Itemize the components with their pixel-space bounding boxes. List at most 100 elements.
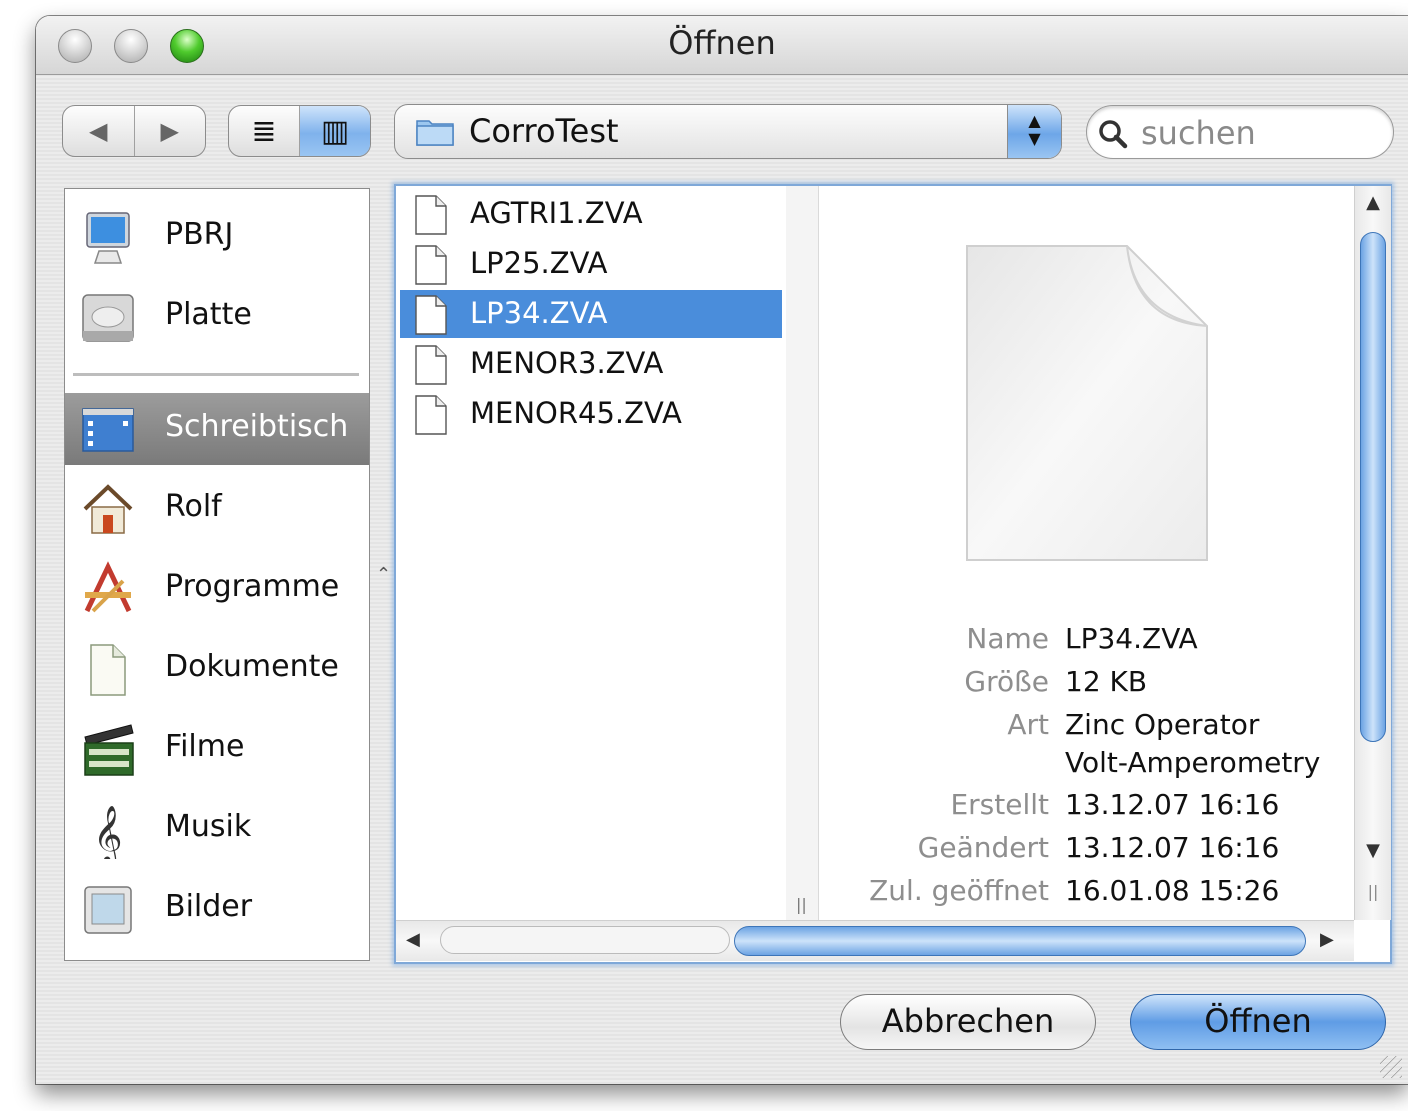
file-name: LP25.ZVA	[470, 246, 608, 280]
meta-value: Zinc Operator	[1065, 708, 1260, 741]
pictures-icon	[84, 886, 132, 934]
sidebar-item-pbrj[interactable]: PBRJ	[65, 201, 369, 273]
list-item-file[interactable]: LP25.ZVA	[400, 240, 782, 288]
vertical-scroll-thumb[interactable]	[1360, 232, 1386, 742]
back-button[interactable]: ◀	[63, 106, 134, 156]
sidebar-item-label: Platte	[165, 297, 252, 332]
column-resize-divider[interactable]: ||	[786, 186, 819, 920]
file-name: MENOR45.ZVA	[470, 396, 682, 430]
column-browser: AGTRI1.ZVA LP25.ZVA LP34.ZVA MENOR3.ZVA …	[394, 184, 1392, 964]
sidebar-item-rolf[interactable]: Rolf	[65, 473, 369, 545]
meta-row-modified: Geändert 13.12.07 16:16	[819, 831, 1354, 871]
sidebar-item-musik[interactable]: 𝄞 Musik	[65, 793, 369, 865]
file-name: AGTRI1.ZVA	[470, 196, 643, 230]
view-mode-segmented-control: ≣ ▥	[228, 105, 371, 157]
music-icon: 𝄞	[93, 805, 123, 859]
back-arrow-icon: ◀	[89, 117, 108, 145]
meta-row-kind-cont: Volt-Amperometry	[819, 746, 1354, 786]
meta-row-created: Erstellt 13.12.07 16:16	[819, 788, 1354, 828]
window-resize-handle-icon[interactable]	[1380, 1056, 1402, 1078]
movies-icon	[84, 724, 134, 776]
list-view-button[interactable]: ≣	[229, 106, 299, 156]
meta-label: Zul. geöffnet	[869, 874, 1049, 907]
location-label: CorroTest	[469, 112, 619, 150]
list-item-file-selected[interactable]: LP34.ZVA	[400, 290, 782, 338]
resize-grip-icon: ||	[1367, 882, 1379, 901]
meta-label: Größe	[964, 665, 1049, 698]
document-icon	[415, 345, 447, 385]
cancel-button[interactable]: Abbrechen	[840, 994, 1096, 1050]
sidebar-item-label: Bilder	[165, 889, 253, 924]
meta-value: 16.01.08 15:26	[1065, 874, 1280, 907]
meta-value: 13.12.07 16:16	[1065, 831, 1280, 864]
forward-arrow-icon: ▶	[160, 117, 179, 145]
meta-value: LP34.ZVA	[1065, 622, 1198, 655]
scroll-left-arrow-icon[interactable]: ◀	[406, 929, 420, 950]
home-icon	[83, 484, 133, 534]
scroll-up-arrow-icon[interactable]: ▲	[1355, 192, 1391, 213]
meta-value: 13.12.07 16:16	[1065, 788, 1280, 821]
meta-row-last-opened: Zul. geöffnet 16.01.08 15:26	[819, 874, 1354, 914]
list-item-file[interactable]: AGTRI1.ZVA	[400, 190, 782, 238]
hard-disk-icon	[82, 294, 134, 342]
search-icon	[1099, 120, 1128, 149]
column-view-icon: ▥	[320, 113, 350, 149]
horizontal-scroll-thumb[interactable]	[734, 926, 1306, 956]
sidebar-splitter-handle[interactable]: ⌃	[376, 564, 391, 585]
sidebar-item-label: Filme	[165, 729, 245, 764]
large-document-icon	[966, 245, 1208, 561]
sidebar-item-label: Dokumente	[165, 649, 339, 684]
sidebar: PBRJ Platte Schreibtisch Rolf Programme …	[64, 188, 370, 961]
sidebar-item-programme[interactable]: Programme	[65, 553, 369, 625]
meta-value: Volt-Amperometry	[1065, 746, 1321, 779]
horizontal-scrollbar[interactable]: ◀ ▶	[396, 920, 1354, 961]
search-field[interactable]	[1086, 105, 1394, 159]
file-list-column: AGTRI1.ZVA LP25.ZVA LP34.ZVA MENOR3.ZVA …	[396, 186, 787, 920]
folder-icon	[416, 120, 454, 146]
navigation-segmented-control: ◀ ▶	[62, 105, 206, 157]
sidebar-item-label: Rolf	[165, 489, 222, 524]
list-item-file[interactable]: MENOR45.ZVA	[400, 390, 782, 438]
sidebar-item-platte[interactable]: Platte	[65, 281, 369, 353]
file-name: LP34.ZVA	[470, 296, 608, 330]
document-icon	[415, 245, 447, 285]
open-button[interactable]: Öffnen	[1130, 994, 1386, 1050]
search-input[interactable]	[1139, 112, 1383, 154]
list-item-file[interactable]: MENOR3.ZVA	[400, 340, 782, 388]
open-dialog-window: Öffnen ◀ ▶ ≣ ▥ CorroTest ▲▼ PBRJ	[36, 16, 1408, 1084]
applications-icon	[84, 561, 132, 613]
scroll-right-arrow-icon[interactable]: ▶	[1320, 929, 1334, 950]
file-preview-pane: Name LP34.ZVA Größe 12 KB Art Zinc Opera…	[819, 186, 1354, 920]
documents-icon	[90, 644, 126, 696]
sidebar-item-bilder[interactable]: Bilder	[65, 873, 369, 945]
window-title: Öffnen	[668, 24, 776, 62]
horizontal-scroll-track[interactable]	[440, 926, 730, 954]
meta-label: Name	[966, 622, 1049, 655]
sidebar-item-filme[interactable]: Filme	[65, 713, 369, 785]
document-icon	[415, 195, 447, 235]
column-view-button[interactable]: ▥	[299, 106, 370, 156]
sidebar-item-label: Programme	[165, 569, 340, 604]
meta-row-size: Größe 12 KB	[819, 665, 1354, 705]
sidebar-item-label: Musik	[165, 809, 252, 844]
svg-text:𝄞: 𝄞	[93, 805, 123, 859]
meta-row-name: Name LP34.ZVA	[819, 622, 1354, 662]
sidebar-divider	[73, 373, 359, 376]
vertical-scrollbar[interactable]: ▲ ▼ ||	[1354, 186, 1391, 920]
computer-icon	[86, 212, 130, 264]
desktop-icon	[82, 408, 134, 452]
meta-label: Geändert	[917, 831, 1049, 864]
sidebar-item-dokumente[interactable]: Dokumente	[65, 633, 369, 705]
list-view-icon: ≣	[251, 113, 277, 149]
document-icon	[415, 395, 447, 435]
scroll-down-arrow-icon[interactable]: ▼	[1355, 840, 1391, 861]
document-icon	[415, 295, 447, 335]
popup-arrows-icon: ▲ ▼	[1007, 105, 1061, 158]
sidebar-item-label: PBRJ	[165, 217, 234, 252]
location-popup[interactable]: CorroTest ▲ ▼	[394, 104, 1062, 159]
meta-row-kind: Art Zinc Operator	[819, 708, 1354, 748]
sidebar-item-schreibtisch[interactable]: Schreibtisch	[65, 393, 369, 465]
sidebar-item-label: Schreibtisch	[165, 409, 349, 444]
forward-button[interactable]: ▶	[133, 106, 206, 156]
meta-label: Erstellt	[950, 788, 1049, 821]
